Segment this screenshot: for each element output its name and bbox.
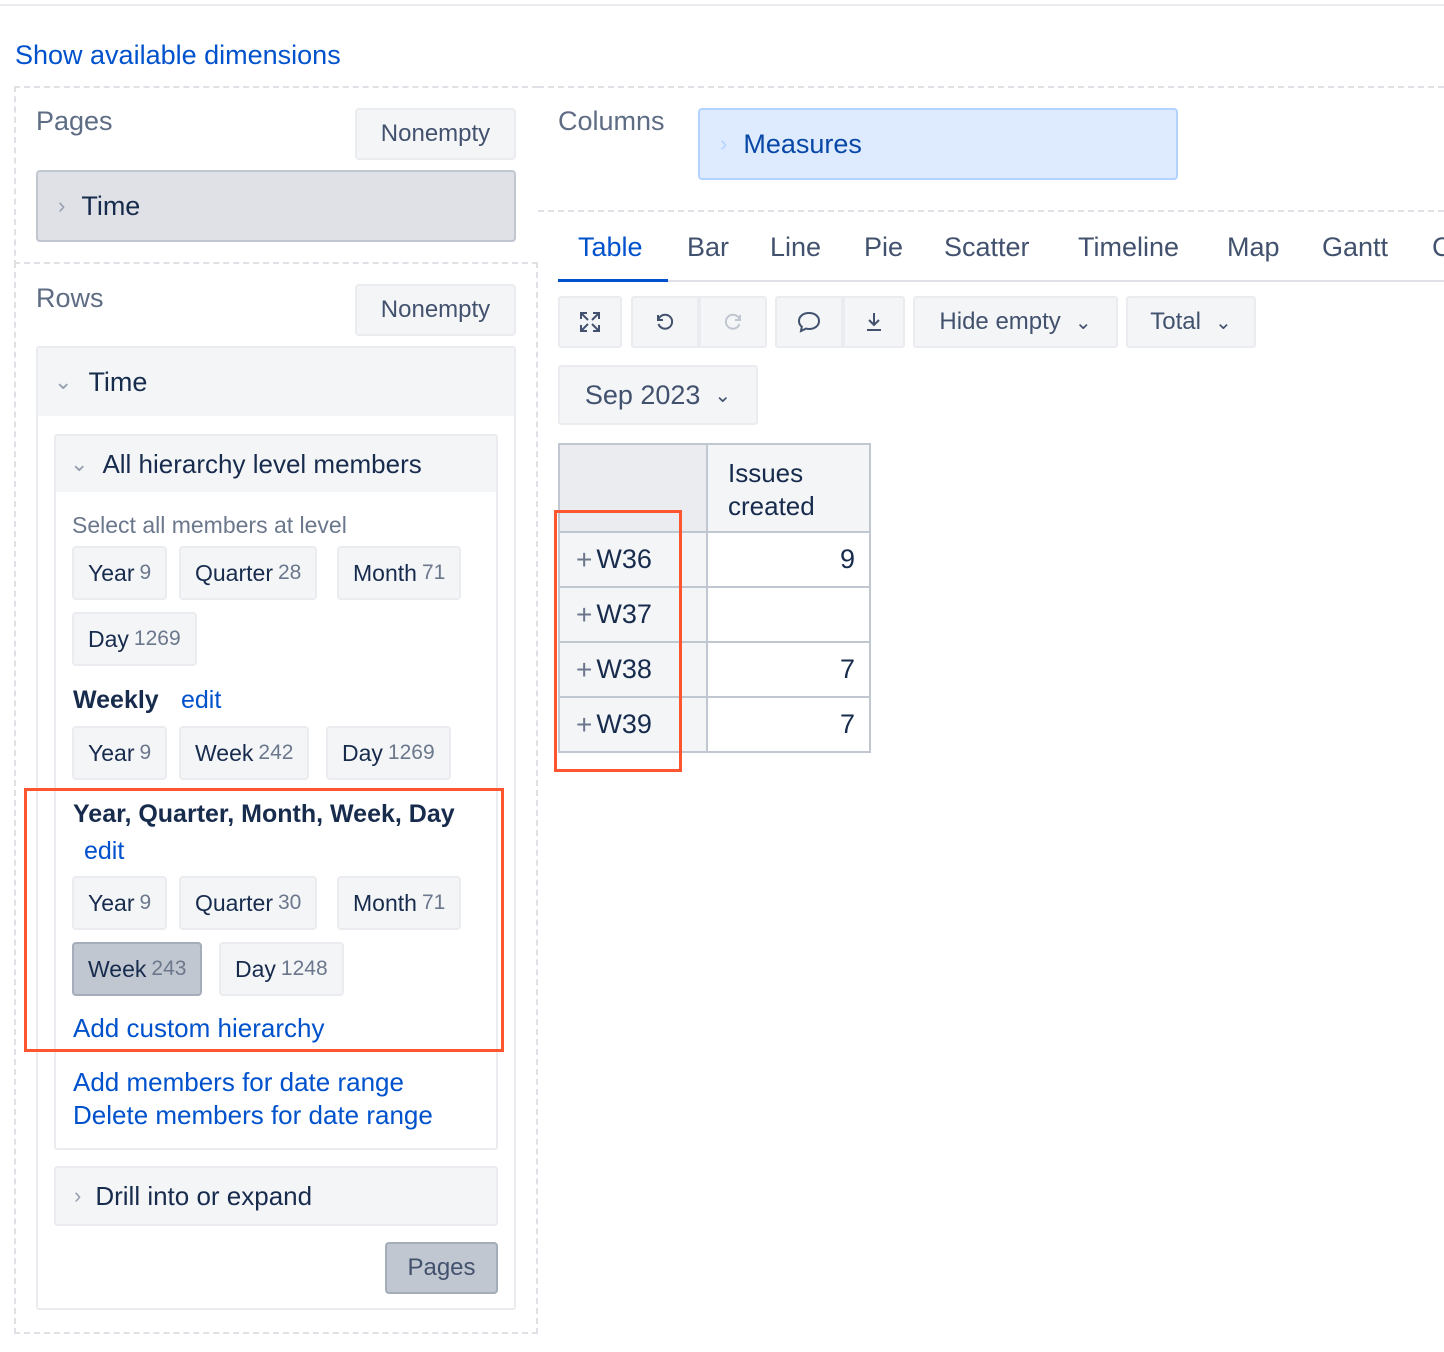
- select-all-label: Select all members at level: [72, 512, 347, 538]
- export-button[interactable]: [843, 296, 905, 348]
- table-value-cell: [706, 586, 871, 643]
- weekly-year-chip[interactable]: Year 9: [72, 726, 168, 780]
- hierarchy-panel-header[interactable]: ⌄ All hierarchy level members: [56, 436, 496, 492]
- download-icon: [867, 313, 881, 331]
- total-label: Total: [1150, 308, 1201, 335]
- chevron-down-icon: ⌄: [714, 384, 732, 407]
- rows-time-header[interactable]: ⌄ Time: [38, 348, 514, 416]
- redo-icon: [724, 313, 741, 330]
- level-count: 28: [277, 561, 302, 584]
- highlight-custom-hierarchy: [24, 788, 504, 1052]
- weekly-edit-link[interactable]: edit: [181, 686, 221, 715]
- tab-active-indicator: [558, 279, 668, 282]
- pages-time-label: Time: [81, 190, 141, 221]
- weekly-hierarchy-title: Weekly: [73, 686, 159, 714]
- cell-value: 7: [839, 654, 855, 684]
- level-name: Day: [88, 625, 129, 652]
- table-value-cell: 7: [706, 696, 871, 753]
- rows-time-label: Time: [88, 366, 148, 397]
- level-year-chip[interactable]: Year 9: [72, 546, 168, 600]
- redo-button[interactable]: [699, 296, 767, 348]
- chevron-down-icon: ⌄: [54, 369, 73, 394]
- show-dimensions-link[interactable]: Show available dimensions: [15, 40, 341, 71]
- level-day-chip[interactable]: Day 1269: [72, 612, 197, 666]
- cell-value: 9: [839, 544, 855, 574]
- column-header-line1: Issues: [728, 458, 804, 488]
- chevron-right-icon: ›: [720, 131, 728, 156]
- page-filter-label: Sep 2023: [584, 379, 701, 410]
- add-date-range-link[interactable]: Add members for date range: [73, 1067, 404, 1098]
- hierarchy-panel-title: All hierarchy level members: [102, 448, 422, 479]
- chevron-right-icon: ›: [58, 193, 66, 218]
- pages-nonempty-button[interactable]: Nonempty: [355, 108, 516, 160]
- level-count: 1269: [133, 627, 181, 650]
- measures-dimension[interactable]: › Measures: [698, 108, 1178, 180]
- columns-label: Columns: [558, 106, 665, 136]
- tab-gantt[interactable]: Gantt: [1322, 232, 1388, 263]
- top-divider: [0, 4, 1444, 6]
- undo-icon: [657, 313, 674, 330]
- level-month-chip[interactable]: Month 71: [337, 546, 462, 600]
- column-header-line2: created: [728, 491, 815, 521]
- level-count: 1269: [387, 741, 435, 764]
- highlight-week-rows: [554, 510, 682, 772]
- hide-empty-dropdown[interactable]: Hide empty ⌄: [913, 296, 1118, 348]
- level-count: 242: [258, 741, 294, 764]
- weekly-week-chip[interactable]: Week 242: [179, 726, 310, 780]
- page-filter-dropdown[interactable]: Sep 2023 ⌄: [558, 365, 758, 425]
- drill-label: Drill into or expand: [95, 1180, 313, 1211]
- delete-date-range-link[interactable]: Delete members for date range: [73, 1100, 433, 1131]
- level-count: 71: [421, 561, 446, 584]
- measures-label: Measures: [743, 128, 862, 159]
- chevron-down-icon: ⌄: [70, 451, 89, 476]
- chevron-down-icon: ⌄: [1074, 311, 1092, 334]
- fullscreen-button[interactable]: [558, 296, 622, 348]
- level-name: Year: [88, 559, 135, 586]
- pages-move-button[interactable]: Pages: [385, 1242, 498, 1294]
- level-name: Year: [88, 739, 135, 766]
- table-value-cell: 7: [706, 641, 871, 698]
- rows-nonempty-button[interactable]: Nonempty: [355, 284, 516, 336]
- pages-time-dimension[interactable]: › Time: [36, 170, 516, 242]
- tab-map[interactable]: Map: [1227, 232, 1280, 263]
- chevron-right-icon: ›: [74, 1183, 82, 1208]
- tab-bar[interactable]: Bar: [687, 232, 729, 263]
- tab-table[interactable]: Table: [578, 232, 643, 263]
- hide-empty-label: Hide empty: [939, 308, 1061, 335]
- undo-button[interactable]: [631, 296, 699, 348]
- cell-value: 7: [839, 709, 855, 739]
- table-column-header[interactable]: Issues created: [706, 443, 871, 533]
- tab-scatter[interactable]: Scatter: [944, 232, 1030, 263]
- level-quarter-chip[interactable]: Quarter 28: [179, 546, 318, 600]
- level-name: Week: [195, 739, 254, 766]
- comment-icon: [797, 311, 821, 333]
- level-count: 9: [139, 741, 152, 764]
- pages-label: Pages: [36, 106, 113, 136]
- drill-expand-panel[interactable]: › Drill into or expand: [54, 1166, 498, 1226]
- tab-more[interactable]: C: [1432, 232, 1444, 263]
- level-name: Day: [342, 739, 383, 766]
- weekly-day-chip[interactable]: Day 1269: [326, 726, 451, 780]
- level-name: Quarter: [195, 559, 273, 586]
- expand-icon: [580, 312, 600, 332]
- rows-label: Rows: [36, 283, 104, 313]
- chevron-down-icon: ⌄: [1214, 311, 1232, 334]
- tab-line[interactable]: Line: [770, 232, 821, 263]
- table-value-cell: 9: [706, 531, 871, 588]
- total-dropdown[interactable]: Total ⌄: [1126, 296, 1256, 348]
- tabs-divider: [558, 280, 1444, 282]
- comment-button[interactable]: [775, 296, 843, 348]
- tab-timeline[interactable]: Timeline: [1078, 232, 1179, 263]
- level-count: 9: [139, 561, 152, 584]
- tab-pie[interactable]: Pie: [864, 232, 903, 263]
- level-name: Month: [353, 559, 417, 586]
